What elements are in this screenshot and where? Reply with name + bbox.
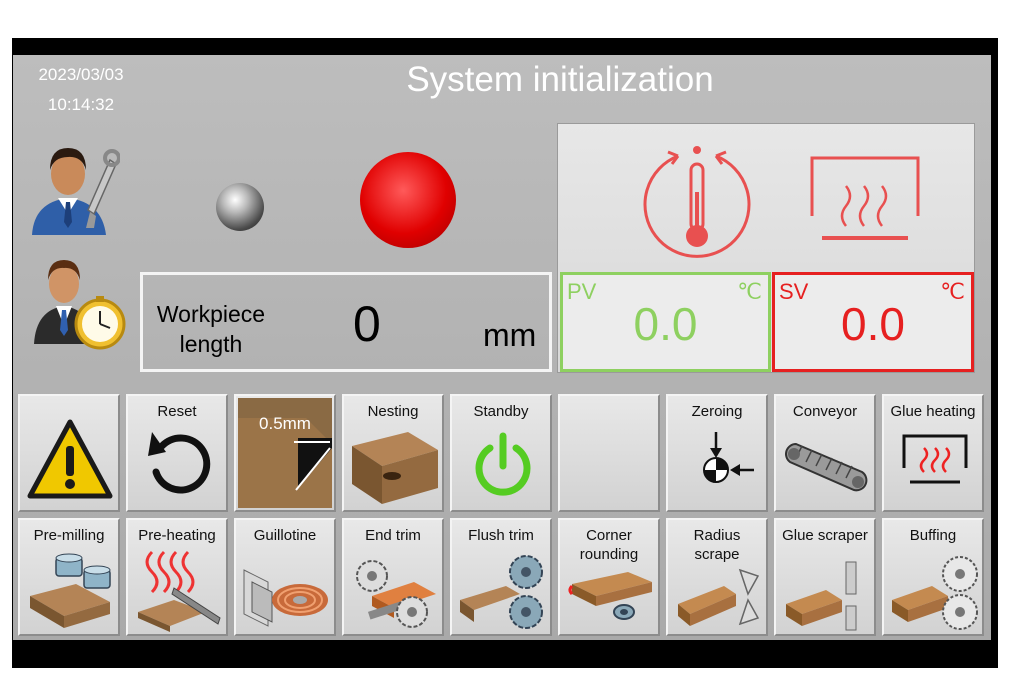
end-trim-button[interactable]: End trim: [342, 518, 444, 636]
page-title: System initialization: [406, 60, 714, 99]
nesting-label: Nesting: [367, 403, 419, 420]
buffing-label: Buffing: [909, 527, 957, 544]
end-trim-icon: [356, 560, 436, 628]
corner-rounding-label: Corner rounding: [579, 527, 639, 563]
pre-milling-button[interactable]: Pre-milling: [18, 518, 120, 636]
reset-button[interactable]: Reset: [126, 394, 228, 512]
date-display: 2023/03/03: [38, 65, 124, 84]
radius-scrape-label: Radius scrape: [668, 526, 766, 564]
blank-button[interactable]: [558, 394, 660, 512]
flush-trim-label: Flush trim: [468, 527, 534, 544]
nesting-icon: [352, 432, 438, 504]
flush-trim-icon: [460, 555, 543, 629]
workpiece-length-box: Workpiece length 0 mm: [140, 272, 552, 372]
sv-value: 0.0: [841, 298, 905, 350]
standby-label: Standby: [473, 403, 529, 420]
thermometer-cycle-icon: [643, 146, 751, 258]
radius-scrape-button[interactable]: Radius scrape: [666, 518, 768, 636]
pre-heating-label: Pre-heating: [138, 527, 216, 544]
thickness-0-5mm-button[interactable]: 0.5mm: [234, 394, 336, 512]
thickness-label: 0.5mm: [259, 414, 311, 433]
glue-heating-label: Glue heating: [890, 403, 976, 420]
maintenance-user-icon[interactable]: [28, 140, 120, 235]
guillotine-button[interactable]: Guillotine: [234, 518, 336, 636]
alarm-button[interactable]: [18, 394, 120, 512]
nesting-button[interactable]: Nesting: [342, 394, 444, 512]
flush-trim-button[interactable]: Flush trim: [450, 518, 552, 636]
sv-display[interactable]: SV ℃ 0.0: [772, 272, 974, 372]
status-lamp-gray: [216, 183, 264, 231]
pre-milling-label: Pre-milling: [33, 527, 105, 544]
corner-rounding-button[interactable]: Corner rounding: [558, 518, 660, 636]
guillotine-icon: [243, 569, 328, 627]
alarm-indicator-red: [360, 152, 456, 248]
pre-heating-icon: [138, 550, 221, 632]
pre-milling-icon: [30, 553, 111, 628]
workpiece-length-value: 0: [353, 296, 381, 352]
workpiece-label-line2: length: [179, 331, 243, 357]
glue-scraper-icon: [786, 561, 857, 631]
workpiece-length-unit: mm: [483, 317, 537, 353]
pre-heating-button[interactable]: Pre-heating: [126, 518, 228, 636]
zeroing-button[interactable]: Zeroing: [666, 394, 768, 512]
reset-label: Reset: [157, 403, 197, 420]
power-icon: [475, 432, 531, 496]
corner-rounding-icon: [568, 572, 652, 620]
guillotine-label: Guillotine: [253, 527, 317, 544]
workpiece-length-label: Workpiece length: [151, 299, 271, 359]
radius-scrape-icon: [678, 568, 760, 626]
pv-display: PV ℃ 0.0: [560, 272, 771, 372]
warning-icon: [27, 419, 113, 499]
zeroing-label: Zeroing: [691, 403, 743, 420]
buffing-icon: [892, 556, 978, 630]
buffing-button[interactable]: Buffing: [882, 518, 984, 636]
operator-timer-user-icon[interactable]: [30, 252, 130, 352]
heating-icon: [810, 156, 920, 240]
glue-scraper-label: Glue scraper: [782, 527, 868, 544]
reset-icon: [148, 432, 211, 494]
zeroing-icon: [703, 432, 754, 483]
conveyor-button[interactable]: Conveyor: [774, 394, 876, 512]
end-trim-label: End trim: [365, 527, 421, 544]
glue-heating-button[interactable]: Glue heating: [882, 394, 984, 512]
radius-scrape-text: Radius scrape: [693, 527, 741, 563]
standby-button[interactable]: Standby: [450, 394, 552, 512]
glue-scraper-button[interactable]: Glue scraper: [774, 518, 876, 636]
conveyor-label: Conveyor: [792, 403, 858, 420]
pv-value: 0.0: [633, 298, 698, 350]
conveyor-icon: [785, 442, 868, 492]
time-display: 10:14:32: [47, 95, 115, 114]
workpiece-label-line1: Workpiece: [156, 301, 266, 327]
glue-heating-icon: [902, 434, 968, 484]
